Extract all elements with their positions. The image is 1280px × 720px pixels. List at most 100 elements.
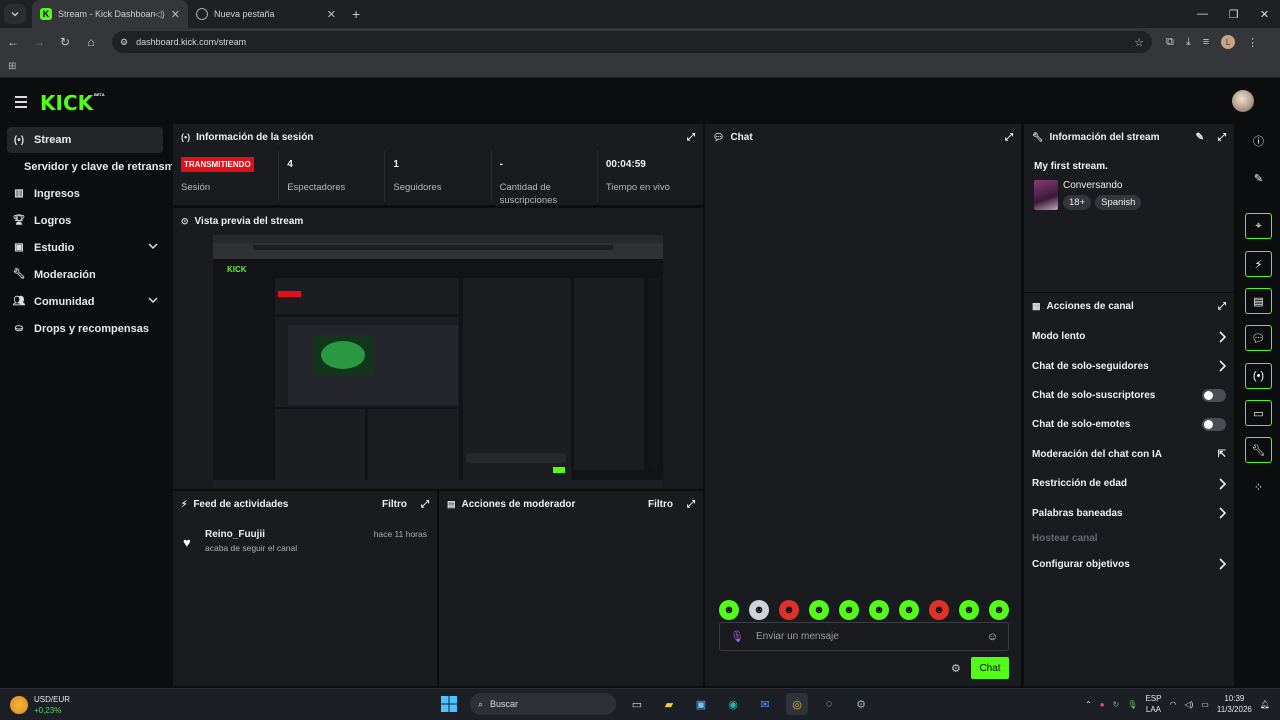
new-tab-icon[interactable]: + (352, 6, 360, 22)
filter-button[interactable]: Filtro (382, 499, 407, 510)
tab-new[interactable]: Nueva pestaña ✕ (188, 0, 344, 28)
extensions-icon[interactable]: ⧉ (1166, 36, 1174, 49)
close-tab-icon[interactable]: ✕ (327, 8, 336, 21)
edit-pencil-icon[interactable]: ✎ (1245, 165, 1272, 191)
sidebar-item-stream[interactable]: (•) Stream (7, 127, 163, 153)
filter-button[interactable]: Filtro (648, 499, 673, 510)
sidebar-item-ingresos[interactable]: ▥ Ingresos (0, 180, 170, 207)
chrome-icon[interactable]: ◎ (786, 693, 808, 715)
battery-icon[interactable]: ▭ (1201, 700, 1209, 709)
speaker-icon[interactable]: ◁) (155, 9, 165, 20)
sidebar-item-server-key[interactable]: Servidor y clave de retransmisión (0, 153, 172, 180)
steam-icon[interactable]: ⚙ (850, 693, 872, 715)
profile-avatar[interactable]: L (1221, 35, 1236, 49)
channel-action-item[interactable]: Moderación del chat con IA ⇱ (1024, 440, 1234, 469)
user-avatar[interactable] (1232, 90, 1254, 112)
close-tab-icon[interactable]: ✕ (171, 8, 180, 21)
chat-settings-gear-icon[interactable]: ⚙ (951, 662, 961, 675)
emote-icon[interactable]: ☻ (959, 600, 979, 620)
rail-button-stream-info[interactable]: ▭ (1245, 400, 1272, 426)
file-explorer-icon[interactable]: ▰ (658, 693, 680, 715)
restore-icon[interactable]: ❐ (1218, 0, 1249, 28)
emote-icon[interactable]: ☻ (749, 600, 769, 620)
taskbar-search[interactable]: ⌕ Buscar (470, 693, 616, 715)
info-icon[interactable]: ⓘ (1245, 128, 1272, 154)
clock[interactable]: 10:39 11/3/2026 (1217, 693, 1252, 715)
notifications-icon[interactable]: 🔔︎ (1260, 700, 1270, 709)
windows-start-icon[interactable] (438, 693, 460, 715)
wifi-icon[interactable]: ◠ (1169, 700, 1176, 709)
channel-action-item[interactable]: Chat de solo-seguidores (1024, 351, 1234, 380)
emote-icon[interactable]: ☻ (779, 600, 799, 620)
popout-icon[interactable]: ⤢ (687, 132, 695, 143)
reload-icon[interactable]: ↻ (52, 28, 78, 56)
emote-icon[interactable]: ☻ (929, 600, 949, 620)
rail-button-broadcast[interactable]: (•) (1245, 363, 1272, 389)
customize-layout-icon[interactable]: ⁘ (1245, 474, 1272, 500)
tray-mic-icon[interactable]: 🎙︎ (1127, 700, 1137, 709)
store-icon[interactable]: ▣ (690, 693, 712, 715)
close-window-icon[interactable]: ✕ (1249, 0, 1280, 28)
popout-icon[interactable]: ⤢ (1218, 301, 1226, 312)
chat-message-input[interactable]: 🎙︎ Enviar un mensaje ☺ (719, 622, 1009, 651)
home-icon[interactable]: ⌂ (78, 28, 104, 56)
emote-icon[interactable]: ☻ (719, 600, 739, 620)
browser-menu-icon[interactable]: ⋮ (1247, 36, 1258, 49)
sidebar-item-estudio[interactable]: ▣ Estudio (0, 234, 170, 261)
edge-icon[interactable]: ◉ (722, 693, 744, 715)
emoji-icon[interactable]: ☺ (987, 631, 998, 643)
tab-search-button[interactable] (4, 4, 26, 24)
chevron-right-icon[interactable] (1218, 331, 1226, 343)
chevron-down-icon[interactable] (148, 242, 158, 250)
popout-icon[interactable]: ⤢ (687, 499, 695, 510)
reading-list-icon[interactable]: ≡ (1203, 36, 1209, 48)
ticker-widget[interactable]: USD/EUR +0,23% (10, 694, 70, 716)
task-view-icon[interactable]: ▭ (626, 693, 648, 715)
channel-action-item[interactable]: Chat de solo-emotes (1024, 410, 1234, 439)
apps-grid-icon[interactable]: ⊞ (8, 61, 16, 72)
rail-button-focus[interactable]: ⌖ (1245, 213, 1272, 239)
popout-icon[interactable]: ⤢ (1005, 132, 1013, 143)
minimize-icon[interactable]: — (1187, 0, 1218, 28)
tray-sync-icon[interactable]: ↻ (1113, 700, 1120, 709)
stream-preview-video[interactable]: KICK (213, 235, 663, 488)
emote-icon[interactable]: ☻ (899, 600, 919, 620)
download-icon[interactable]: ⤓ (1186, 36, 1191, 49)
back-arrow-icon[interactable]: ← (0, 28, 26, 56)
emote-icon[interactable]: ☻ (989, 600, 1009, 620)
channel-action-item[interactable]: Restricción de edad (1024, 469, 1234, 498)
mail-icon[interactable]: ✉ (754, 693, 776, 715)
popout-icon[interactable]: ⤢ (421, 499, 429, 510)
rail-button-wrench[interactable]: 🔧︎ (1245, 437, 1272, 463)
channel-action-item[interactable]: Palabras baneadas (1024, 498, 1234, 527)
edit-pencil-icon[interactable]: ✎ (1196, 132, 1204, 143)
activity-username[interactable]: Reino_Fuujii (205, 529, 297, 540)
forward-arrow-icon[interactable]: → (26, 28, 52, 56)
emote-icon[interactable]: ☻ (869, 600, 889, 620)
chevron-right-icon[interactable] (1218, 507, 1226, 519)
input-language[interactable]: ESP LAA (1145, 693, 1161, 715)
tray-chevron-up-icon[interactable]: ⌃ (1085, 700, 1092, 709)
chevron-down-icon[interactable] (148, 296, 158, 304)
volume-icon[interactable]: ◁) (1184, 700, 1193, 709)
sidebar-item-comunidad[interactable]: 👥︎ Comunidad (0, 288, 170, 315)
sidebar-item-logros[interactable]: 🏆︎ Logros (0, 207, 170, 234)
obs-icon[interactable]: ◌ (818, 693, 840, 715)
chevron-right-icon[interactable] (1218, 360, 1226, 372)
tab-kick-dashboard[interactable]: K Stream - Kick Dashboard ◁) ✕ (32, 0, 188, 28)
toggle-switch[interactable] (1202, 388, 1226, 402)
hamburger-menu-icon[interactable] (15, 96, 27, 111)
kick-logo[interactable]: KICK (40, 91, 93, 115)
chat-send-button[interactable]: Chat (971, 657, 1009, 679)
sidebar-item-moderacion[interactable]: 🔧︎ Moderación (0, 261, 170, 288)
channel-action-item[interactable]: Configurar objetivos (1024, 550, 1234, 579)
rail-button-mod-log[interactable]: ▤ (1245, 288, 1272, 314)
popout-icon[interactable]: ⤢ (1218, 132, 1226, 143)
chevron-right-icon[interactable] (1218, 558, 1226, 570)
channel-action-item[interactable]: Chat de solo-suscriptores (1024, 381, 1234, 410)
emote-icon[interactable]: ☻ (809, 600, 829, 620)
toggle-switch[interactable] (1202, 418, 1226, 432)
microphone-icon[interactable]: 🎙︎ (730, 630, 744, 643)
channel-action-item[interactable]: Modo lento (1024, 322, 1234, 351)
bookmark-star-icon[interactable]: ☆ (1134, 36, 1144, 49)
